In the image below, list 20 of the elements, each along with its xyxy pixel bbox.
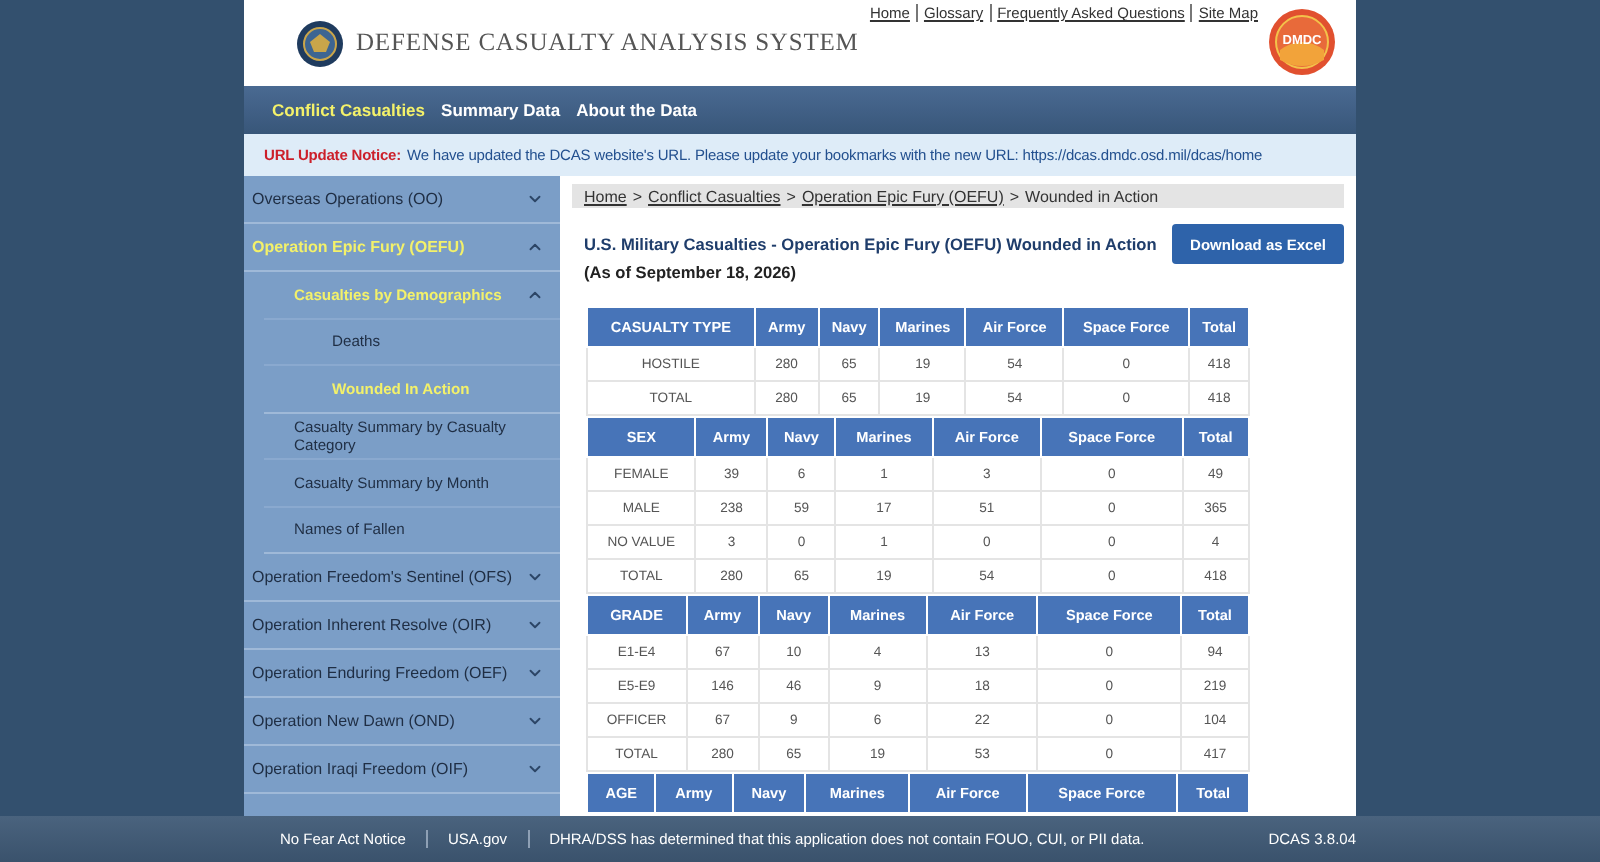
nav-tab[interactable]: Summary Data	[441, 100, 561, 120]
sidebar-item[interactable]: Operation Freedom's Sentinel (OFS)	[244, 554, 560, 602]
page-heading: U.S. Military Casualties - Operation Epic Fury (OEFU) Wounded in Action	[584, 232, 1157, 258]
site-title: DEFENSE CASUALTY ANALYSIS SYSTEM	[356, 28, 859, 58]
breadcrumb-separator: >	[1009, 187, 1020, 205]
breadcrumb-link[interactable]: Operation Epic Fury (OEFU)	[801, 187, 1004, 205]
breadcrumb-separator: >	[786, 187, 796, 205]
current-page-label: Wounded in Action	[1025, 187, 1159, 205]
sidebar-item[interactable]: Operation New Dawn (OND)	[244, 698, 560, 746]
sidebar-item[interactable]: Operation Inherent Resolve (OIR)	[244, 602, 560, 650]
sidebar-item[interactable]: Operation Iraqi Freedom (OIF)	[244, 746, 560, 794]
breadcrumb-link[interactable]: Conflict Casualties	[648, 187, 781, 205]
sidebar-item[interactable]: Operation Enduring Freedom (OEF)	[244, 650, 560, 698]
nav-tab[interactable]: About the Data	[576, 100, 698, 120]
sidebar-item[interactable]: Overseas Operations (OO)	[244, 176, 560, 224]
seal-logo-icon	[296, 19, 344, 67]
breadcrumb-separator: >	[632, 187, 643, 205]
breadcrumb-link[interactable]: Home	[584, 187, 627, 205]
as-of-date: (As of September 18, 2026)	[584, 260, 799, 286]
nav-tab[interactable]: Conflict Casualties	[272, 100, 426, 120]
